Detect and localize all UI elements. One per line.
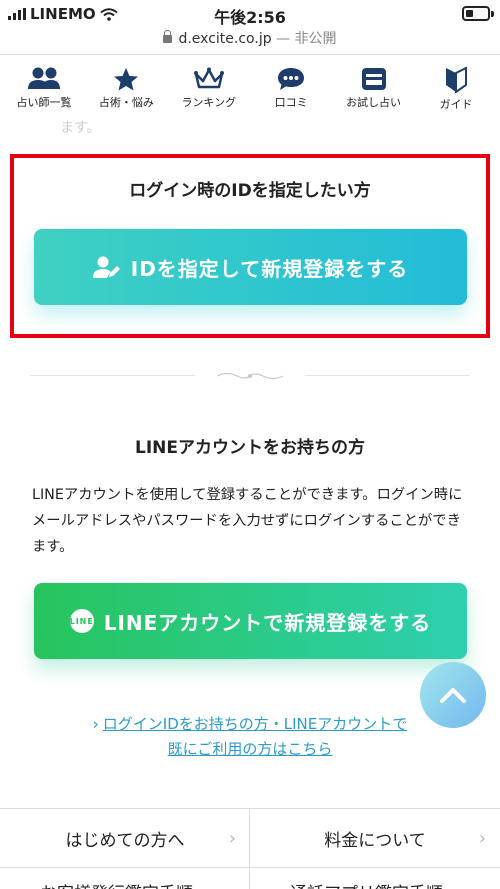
footer-app-procedure-link[interactable]: 通話アプリ鑑定手順: [290, 879, 443, 889]
existing-user-link-line2: 既にご利用の方はこちら: [167, 740, 333, 758]
status-time: 午後2:56: [214, 8, 286, 27]
lock-icon: [163, 30, 173, 43]
divider-ornament: [195, 368, 305, 384]
footer-pricing-label: 料金について: [324, 830, 426, 851]
url-domain: d.excite.co.jp: [178, 31, 272, 47]
nav-item-trial[interactable]: お試し占い: [334, 55, 414, 124]
star-icon: [114, 68, 139, 91]
existing-user-link-cont[interactable]: 既にご利用の方はこちら: [0, 737, 500, 762]
nav-label: 占術・悩み: [98, 96, 154, 109]
line-description: LINEアカウントを使用して登録することができます。ログイン時にメールアドレスや…: [32, 487, 463, 555]
user-edit-icon: [92, 256, 120, 278]
status-bar: LINEMO 午後2:56: [0, 0, 500, 28]
mail-icon: [361, 68, 386, 90]
nav-item-guide[interactable]: ガイド: [416, 55, 496, 124]
crown-icon: [193, 67, 224, 89]
footer-menu: はじめての方へ › 料金について › お客様発行鑑定手順 通話アプリ鑑定手順: [0, 808, 500, 889]
chevron-up-icon: [440, 688, 466, 703]
chevron-right-icon: ›: [92, 715, 99, 733]
chat-icon: [278, 68, 305, 90]
nav-item-ranking[interactable]: ランキング: [169, 55, 249, 124]
footer-beginners-link[interactable]: はじめての方へ ›: [0, 809, 250, 867]
chevron-right-icon: ›: [228, 827, 236, 849]
register-with-line-label: LINEアカウントで新規登録をする: [103, 610, 432, 635]
register-with-id-label: IDを指定して新規登録をする: [130, 256, 409, 281]
beginner-icon: [445, 67, 467, 93]
footer-beginners-label: はじめての方へ: [65, 830, 185, 851]
nav-label: ガイド: [439, 98, 473, 111]
register-with-line-button[interactable]: LINE LINEアカウントで新規登録をする: [34, 583, 467, 659]
nav-item-fortune-tellers[interactable]: 占い師一覧: [4, 55, 84, 124]
users-icon: [28, 67, 60, 89]
existing-user-link[interactable]: › ログインIDをお持ちの方・LINEアカウントで: [0, 712, 500, 737]
nav-label: 口コミ: [274, 96, 308, 109]
nav-label: ランキング: [181, 96, 237, 109]
url-visibility: 非公開: [294, 31, 337, 47]
line-section-title: LINEアカウントをお持ちの方: [135, 438, 365, 458]
nav-item-reviews[interactable]: 口コミ: [251, 55, 331, 124]
footer-divider: [0, 867, 500, 868]
battery-icon: [462, 6, 490, 21]
nav-item-methods[interactable]: 占術・悩み: [86, 55, 166, 124]
footer-customer-procedure-link[interactable]: お客様発行鑑定手順: [40, 879, 193, 889]
top-nav: ます。 占い師一覧 占術・悩み ランキング 口コミ お試し占い ガイド: [0, 54, 500, 136]
url-bar[interactable]: d.excite.co.jp — 非公開: [0, 28, 500, 52]
id-section-title: ログイン時のIDを指定したい方: [129, 181, 371, 201]
url-separator: —: [276, 31, 291, 47]
nav-label: お試し占い: [346, 96, 402, 109]
chevron-right-icon: ›: [478, 827, 486, 849]
battery-tip: [491, 11, 494, 17]
footer-pricing-link[interactable]: 料金について ›: [250, 809, 500, 867]
nav-label: 占い師一覧: [16, 96, 72, 109]
line-logo-icon: LINE: [70, 609, 94, 633]
register-with-id-button[interactable]: IDを指定して新規登録をする: [34, 229, 467, 305]
existing-user-link-line1: ログインIDをお持ちの方・LINEアカウントで: [102, 715, 408, 733]
